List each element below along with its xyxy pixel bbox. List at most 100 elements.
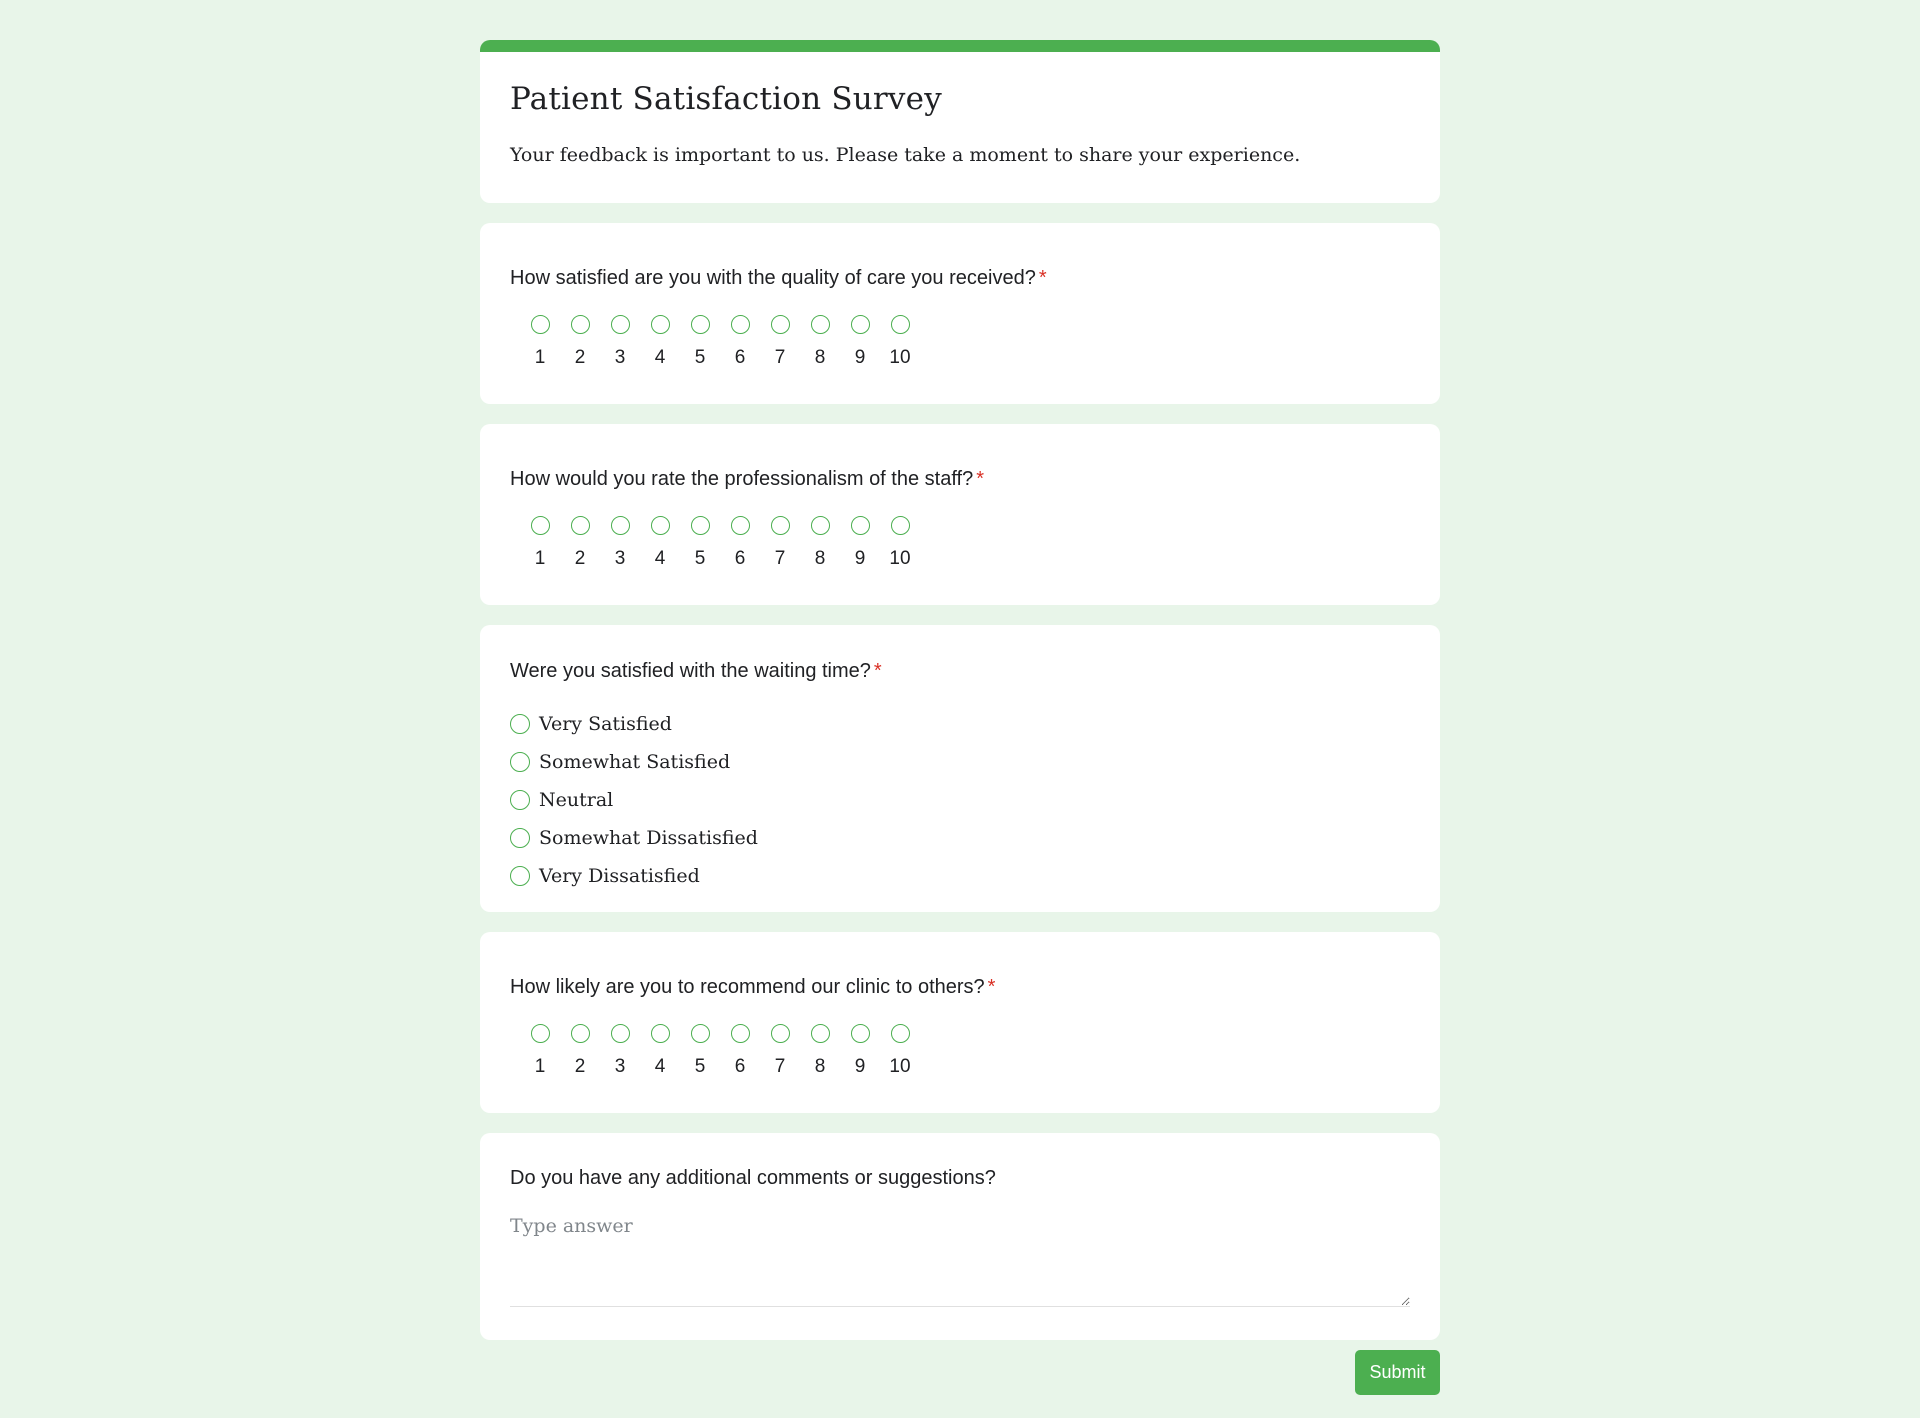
choice-somewhat-satisfied[interactable]: Somewhat Satisfied [510, 743, 758, 781]
scale-option[interactable]: 8 [800, 315, 840, 369]
question-title: Do you have any additional comments or s… [510, 1167, 996, 1190]
choice-label: Very Dissatisfied [539, 865, 700, 887]
question-title: How would you rate the professionalism o… [510, 468, 984, 491]
radio-button[interactable] [690, 516, 710, 535]
scale-option[interactable]: 7 [760, 516, 800, 570]
radio-button[interactable] [650, 516, 670, 535]
radio-button[interactable] [610, 516, 630, 535]
radio-button[interactable] [650, 1024, 670, 1043]
scale-label: 9 [854, 1056, 866, 1077]
scale-option[interactable]: 4 [640, 516, 680, 570]
scale-label: 6 [734, 1056, 746, 1077]
radio-button[interactable] [890, 1024, 910, 1043]
radio-button[interactable] [810, 315, 830, 334]
radio-button[interactable] [510, 714, 530, 734]
scale-label: 3 [614, 1056, 626, 1077]
scale-option[interactable]: 8 [800, 1024, 840, 1078]
scale-label: 4 [654, 1056, 666, 1077]
scale-label: 5 [694, 1056, 706, 1077]
scale-option[interactable]: 4 [640, 315, 680, 369]
scale-option[interactable]: 10 [880, 516, 920, 570]
radio-button[interactable] [510, 828, 530, 848]
radio-button[interactable] [810, 1024, 830, 1043]
choice-list: Very Satisfied Somewhat Satisfied Neutra… [510, 705, 758, 895]
scale-option[interactable]: 10 [880, 315, 920, 369]
scale-option[interactable]: 6 [720, 1024, 760, 1078]
radio-button[interactable] [690, 315, 710, 334]
scale-label: 5 [694, 347, 706, 368]
scale-label: 3 [614, 347, 626, 368]
scale-option[interactable]: 2 [560, 1024, 600, 1078]
rating-scale: 1 2 3 4 5 6 7 8 9 10 [520, 516, 920, 570]
radio-button[interactable] [530, 1024, 550, 1043]
scale-option[interactable]: 5 [680, 516, 720, 570]
scale-option[interactable]: 6 [720, 516, 760, 570]
scale-option[interactable]: 3 [600, 516, 640, 570]
scale-option[interactable]: 9 [840, 1024, 880, 1078]
accent-bar [480, 40, 1440, 52]
choice-very-satisfied[interactable]: Very Satisfied [510, 705, 758, 743]
radio-button[interactable] [530, 516, 550, 535]
radio-button[interactable] [610, 315, 630, 334]
choice-somewhat-dissatisfied[interactable]: Somewhat Dissatisfied [510, 819, 758, 857]
scale-option[interactable]: 6 [720, 315, 760, 369]
scale-option[interactable]: 5 [680, 315, 720, 369]
radio-button[interactable] [810, 516, 830, 535]
scale-label: 1 [534, 1056, 546, 1077]
scale-option[interactable]: 9 [840, 516, 880, 570]
radio-button[interactable] [730, 516, 750, 535]
radio-button[interactable] [570, 315, 590, 334]
radio-button[interactable] [730, 1024, 750, 1043]
scale-option[interactable]: 7 [760, 1024, 800, 1078]
scale-option[interactable]: 7 [760, 315, 800, 369]
scale-option[interactable]: 2 [560, 315, 600, 369]
rating-scale: 1 2 3 4 5 6 7 8 9 10 [520, 1024, 920, 1078]
scale-option[interactable]: 1 [520, 315, 560, 369]
required-asterisk: * [987, 976, 996, 998]
scale-option[interactable]: 8 [800, 516, 840, 570]
scale-option[interactable]: 10 [880, 1024, 920, 1078]
form-header-card: Patient Satisfaction Survey Your feedbac… [480, 40, 1440, 203]
scale-option[interactable]: 3 [600, 1024, 640, 1078]
question-text: Do you have any additional comments or s… [510, 1167, 996, 1189]
scale-option[interactable]: 1 [520, 516, 560, 570]
radio-button[interactable] [770, 315, 790, 334]
scale-option[interactable]: 1 [520, 1024, 560, 1078]
scale-option[interactable]: 2 [560, 516, 600, 570]
radio-button[interactable] [610, 1024, 630, 1043]
scale-label: 5 [694, 548, 706, 569]
choice-neutral[interactable]: Neutral [510, 781, 758, 819]
radio-button[interactable] [690, 1024, 710, 1043]
scale-label: 10 [889, 548, 911, 569]
radio-button[interactable] [570, 516, 590, 535]
question-text: How likely are you to recommend our clin… [510, 976, 985, 998]
submit-button[interactable]: Submit [1355, 1350, 1440, 1395]
scale-option[interactable]: 3 [600, 315, 640, 369]
radio-button[interactable] [510, 752, 530, 772]
radio-button[interactable] [510, 790, 530, 810]
choice-very-dissatisfied[interactable]: Very Dissatisfied [510, 857, 758, 895]
scale-option[interactable]: 4 [640, 1024, 680, 1078]
radio-button[interactable] [650, 315, 670, 334]
radio-button[interactable] [530, 315, 550, 334]
radio-button[interactable] [890, 516, 910, 535]
scale-label: 7 [774, 347, 786, 368]
radio-button[interactable] [850, 516, 870, 535]
question-additional-comments: Do you have any additional comments or s… [480, 1133, 1440, 1340]
scale-label: 6 [734, 347, 746, 368]
radio-button[interactable] [850, 1024, 870, 1043]
comments-textarea[interactable] [510, 1215, 1410, 1307]
radio-button[interactable] [770, 516, 790, 535]
question-text: How satisfied are you with the quality o… [510, 267, 1036, 289]
scale-label: 1 [534, 548, 546, 569]
scale-option[interactable]: 5 [680, 1024, 720, 1078]
radio-button[interactable] [510, 866, 530, 886]
choice-label: Very Satisfied [539, 713, 672, 735]
radio-button[interactable] [770, 1024, 790, 1043]
radio-button[interactable] [570, 1024, 590, 1043]
radio-button[interactable] [730, 315, 750, 334]
radio-button[interactable] [850, 315, 870, 334]
required-asterisk: * [873, 660, 882, 682]
scale-option[interactable]: 9 [840, 315, 880, 369]
radio-button[interactable] [890, 315, 910, 334]
